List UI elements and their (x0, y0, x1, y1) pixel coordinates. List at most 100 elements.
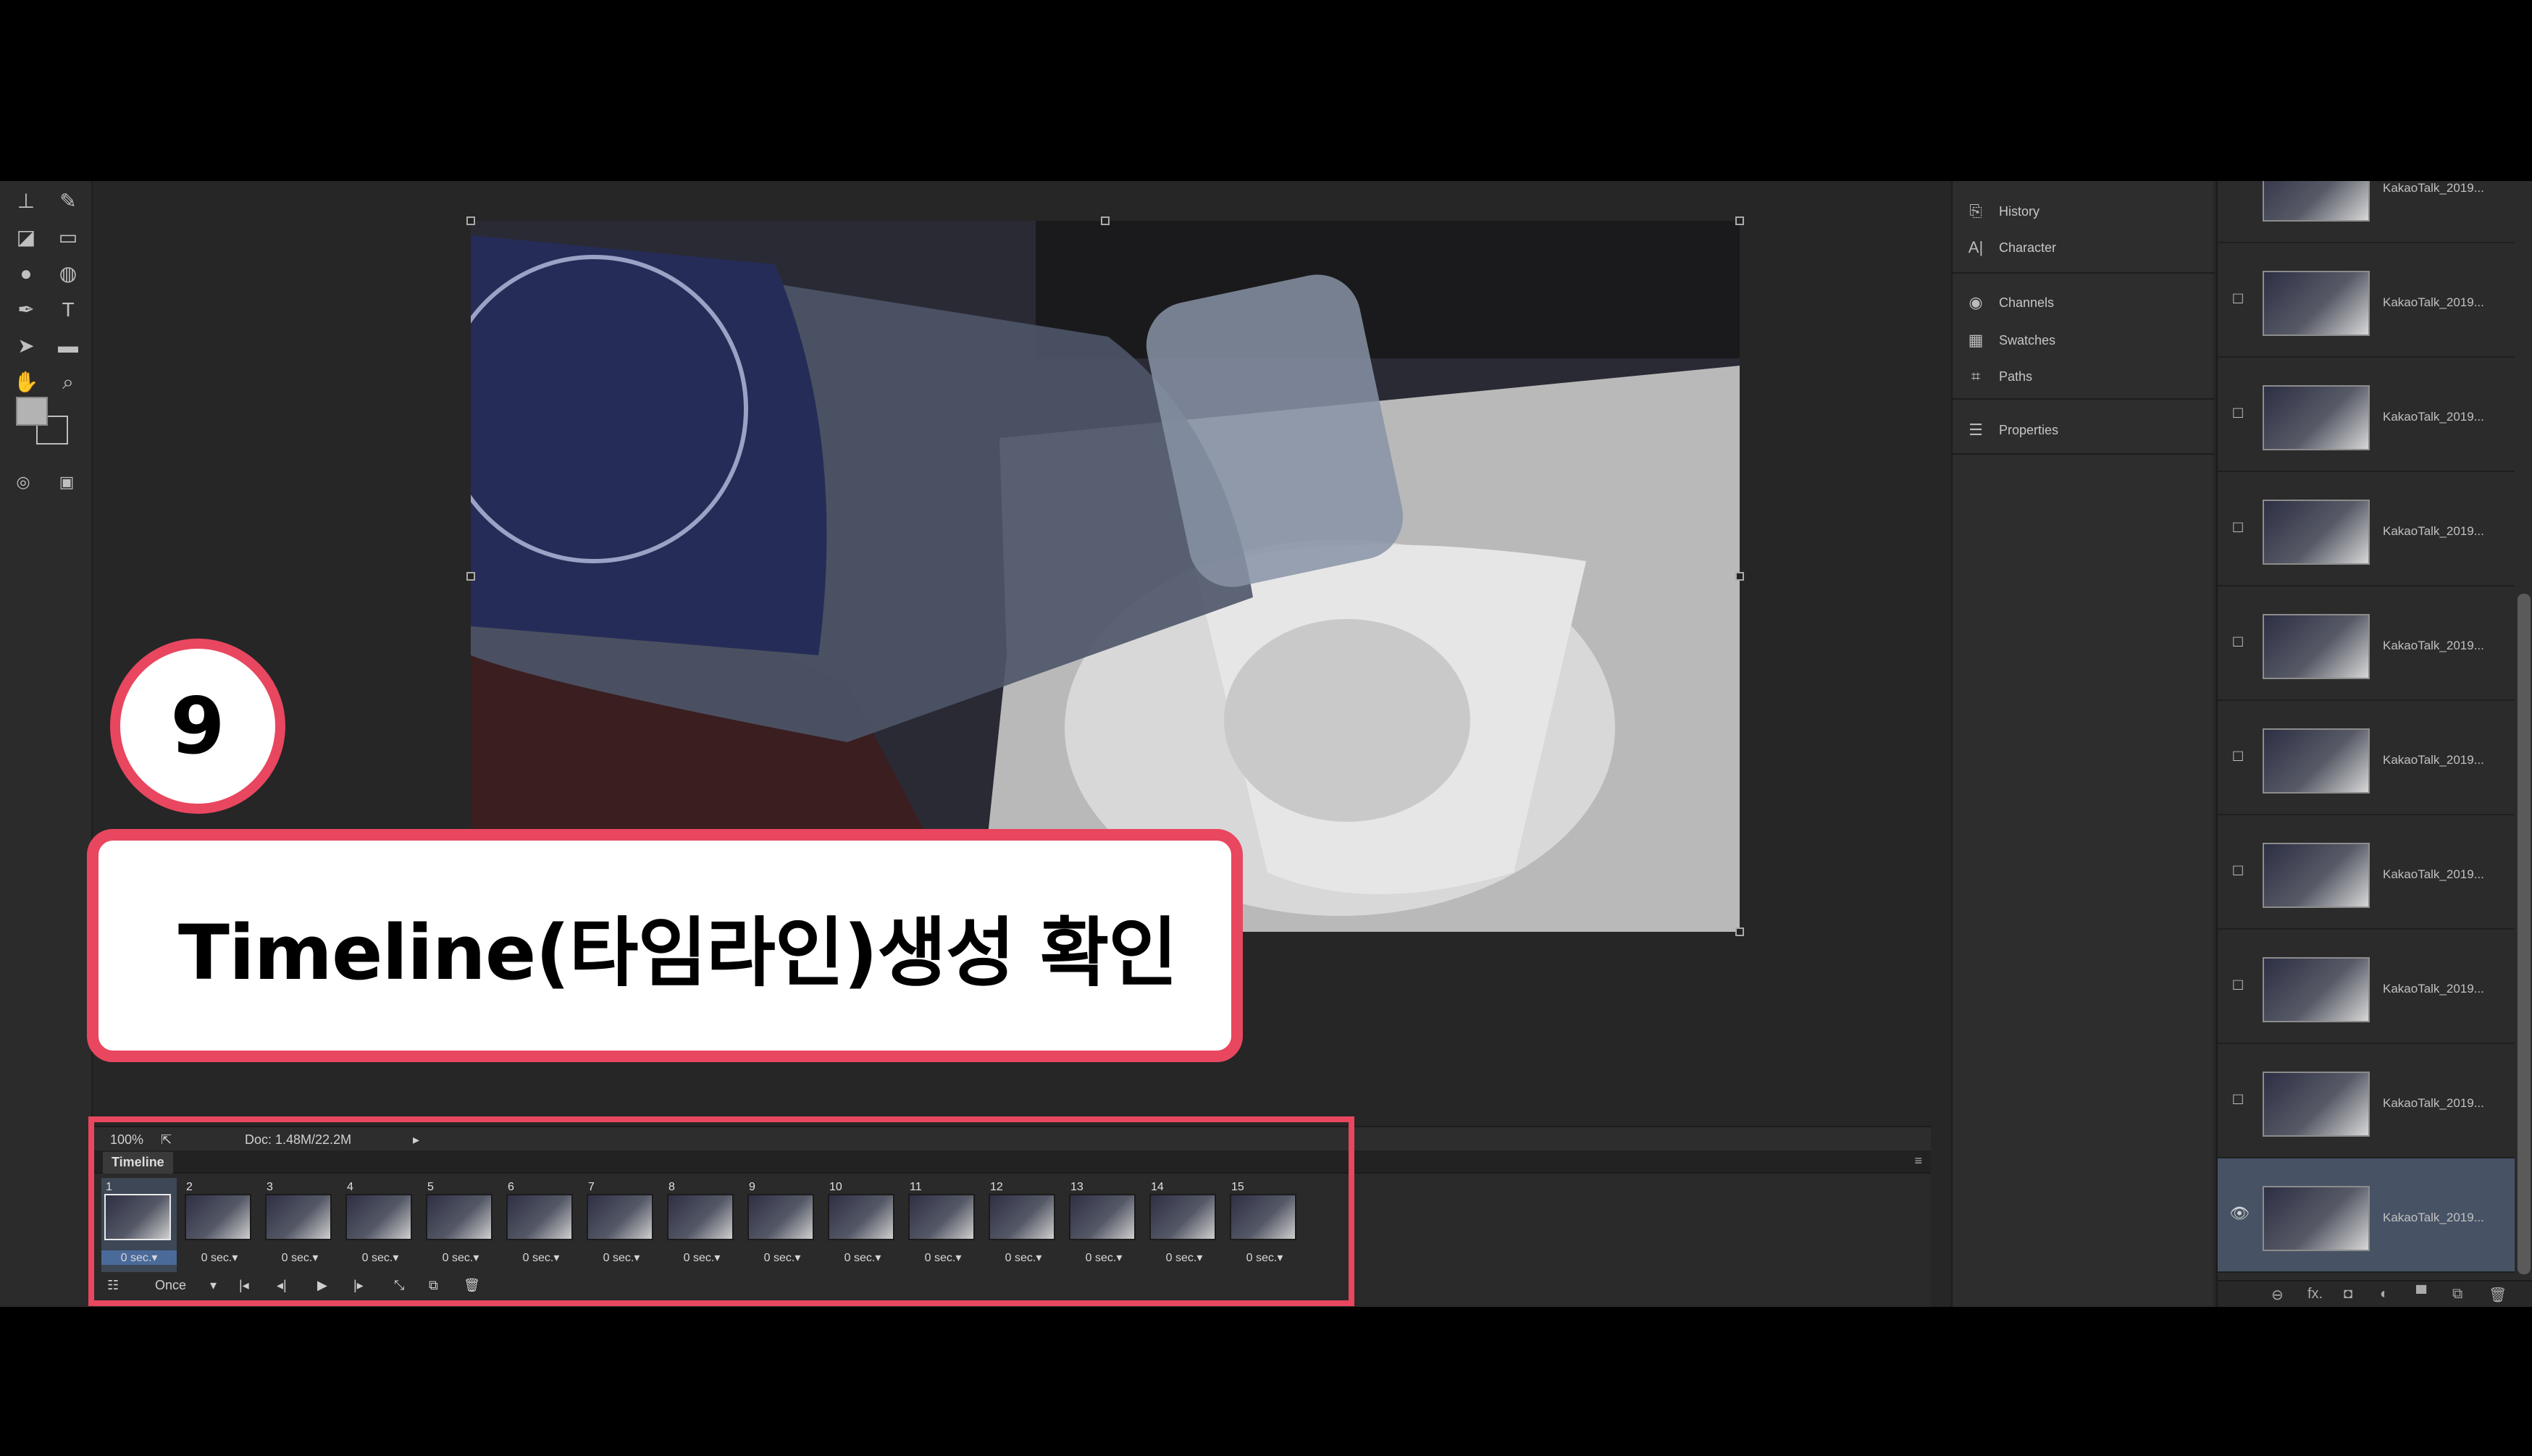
layer-row[interactable]: □ KakaoTalk_2019... (2218, 701, 2515, 815)
layer-row-selected[interactable]: 👁 KakaoTalk_2019... (2218, 1158, 2515, 1273)
layer-row[interactable]: □ KakaoTalk_2019... (2218, 472, 2515, 586)
panel-label: Swatches (1999, 332, 2056, 348)
visibility-toggle[interactable]: □ (2229, 290, 2247, 307)
history-icon: ⎘ (1969, 202, 1982, 220)
type-icon[interactable]: T (52, 294, 84, 326)
layer-thumbnail (2263, 843, 2370, 908)
tools-panel: ⊥ ✎ ◪ ▭ ● ◍ ✒ T ➤ ▬ ✋ ⌕ ◎ ▣ (0, 181, 93, 1307)
eraser-icon[interactable]: ◪ (10, 222, 42, 253)
layer-name: KakaoTalk_2019... (2383, 639, 2484, 652)
panel-menu-icon[interactable]: ≡ (1914, 1153, 1922, 1169)
visibility-toggle[interactable]: □ (2229, 633, 2247, 650)
layers-footer: ⊖ fx. ◘ ◐ ▀ ⧉ 🗑 (2218, 1280, 2532, 1307)
swatches-icon: ▦ (1968, 331, 1984, 349)
paths-icon: ⌗ (1971, 367, 1981, 385)
panel-channels[interactable]: ◉ Channels (1966, 288, 2197, 317)
layer-name: KakaoTalk_2019... (2383, 753, 2484, 767)
new-layer-icon[interactable]: ⧉ (2452, 1286, 2462, 1303)
step-caption: Timeline(타임라인)생성 확인 (87, 829, 1243, 1062)
fx-button[interactable]: fx. (2307, 1286, 2323, 1303)
layers-scrollbar[interactable] (2518, 594, 2531, 1274)
layers-panel: KakaoTalk_2019... □ KakaoTalk_2019... □ Ka… (2216, 181, 2532, 1307)
layer-thumbnail (2263, 385, 2370, 450)
layer-name: KakaoTalk_2019... (2383, 410, 2484, 424)
layer-name: KakaoTalk_2019... (2383, 181, 2484, 195)
foreground-color-swatch[interactable] (16, 397, 48, 426)
adjustment-icon[interactable]: ◐ (2380, 1286, 2389, 1303)
properties-icon: ☰ (1969, 421, 1983, 439)
transform-handle-tr[interactable] (1735, 216, 1744, 225)
eye-icon[interactable]: 👁 (2229, 1205, 2250, 1222)
layer-name: KakaoTalk_2019... (2383, 982, 2484, 996)
visibility-toggle[interactable] (2229, 181, 2247, 193)
panel-dock: ⎘ History A| Character ◉ Channels ▦ Swatches… (1951, 181, 2215, 1307)
stamp-tool-icon[interactable]: ⊥ (10, 185, 42, 217)
mask-icon[interactable]: ◘ (2344, 1286, 2352, 1303)
layer-thumbnail (2263, 614, 2370, 679)
visibility-toggle[interactable]: □ (2229, 976, 2247, 993)
screen-mode-icon[interactable]: ▣ (51, 466, 83, 498)
transform-handle-ml[interactable] (466, 572, 475, 581)
dodge-icon[interactable]: ◍ (52, 258, 84, 290)
layer-name: KakaoTalk_2019... (2383, 295, 2484, 309)
quick-mask-icon[interactable]: ◎ (7, 466, 39, 498)
layer-thumbnail (2263, 728, 2370, 794)
layer-row[interactable]: □ KakaoTalk_2019... (2218, 1044, 2515, 1158)
character-icon: A| (1968, 238, 1984, 256)
layer-row[interactable]: □ KakaoTalk_2019... (2218, 358, 2515, 472)
panel-label: Properties (1999, 422, 2059, 437)
transform-handle-tc[interactable] (1101, 216, 1110, 225)
panel-paths[interactable]: ⌗ Paths (1966, 362, 2197, 391)
panel-label: Channels (1999, 295, 2055, 310)
panel-character[interactable]: A| Character (1966, 233, 2197, 262)
rectangle-icon[interactable]: ▬ (52, 330, 84, 362)
dock-divider (1953, 272, 2215, 274)
layer-row[interactable]: □ KakaoTalk_2019... (2218, 930, 2515, 1044)
layer-row[interactable]: □ KakaoTalk_2019... (2218, 243, 2515, 358)
layer-name: KakaoTalk_2019... (2383, 1096, 2484, 1110)
layer-thumbnail (2263, 957, 2370, 1022)
channels-icon: ◉ (1969, 293, 1983, 311)
transform-handle-tl[interactable] (466, 216, 475, 225)
layer-thumbnail (2263, 500, 2370, 565)
pen-icon[interactable]: ✒ (10, 294, 42, 326)
layer-name: KakaoTalk_2019... (2383, 867, 2484, 881)
layer-thumbnail (2263, 1072, 2370, 1137)
visibility-toggle[interactable]: □ (2229, 1090, 2247, 1108)
transform-handle-mr[interactable] (1735, 572, 1744, 581)
panel-swatches[interactable]: ▦ Swatches (1966, 326, 2197, 355)
layer-thumbnail (2263, 271, 2370, 336)
layer-thumbnail (2263, 181, 2370, 222)
layer-row[interactable]: □ KakaoTalk_2019... (2218, 815, 2515, 930)
gradient-icon[interactable]: ▭ (52, 222, 84, 253)
dock-divider (1953, 398, 2215, 400)
visibility-toggle[interactable]: □ (2229, 404, 2247, 421)
timeline-highlight (88, 1116, 1354, 1306)
trash-icon[interactable]: 🗑 (2489, 1286, 2507, 1304)
layer-name: KakaoTalk_2019... (2383, 1211, 2484, 1224)
layer-name: KakaoTalk_2019... (2383, 524, 2484, 538)
blur-icon[interactable]: ● (10, 258, 42, 290)
zoom-icon[interactable]: ⌕ (52, 366, 84, 398)
layer-row[interactable]: □ KakaoTalk_2019... (2218, 586, 2515, 701)
document-image[interactable] (471, 221, 1740, 932)
panel-properties[interactable]: ☰ Properties (1966, 416, 2197, 445)
layer-row[interactable]: KakaoTalk_2019... (2218, 181, 2515, 243)
hand-icon[interactable]: ✋ (10, 366, 42, 398)
transform-handle-br[interactable] (1735, 927, 1744, 936)
panel-history[interactable]: ⎘ History (1966, 197, 2197, 226)
layer-thumbnail (2263, 1186, 2370, 1251)
panel-label: History (1999, 203, 2040, 219)
visibility-toggle[interactable]: □ (2229, 747, 2247, 765)
step-number-badge: 9 (110, 639, 285, 814)
link-icon[interactable]: ⊖ (2271, 1286, 2284, 1304)
folder-icon[interactable]: ▀ (2416, 1286, 2426, 1303)
dock-divider (1953, 453, 2215, 455)
panel-label: Character (1999, 240, 2057, 255)
panel-label: Paths (1999, 369, 2033, 384)
photo-content (471, 221, 1740, 932)
visibility-toggle[interactable]: □ (2229, 518, 2247, 536)
path-select-icon[interactable]: ➤ (10, 330, 42, 362)
visibility-toggle[interactable]: □ (2229, 862, 2247, 879)
history-brush-icon[interactable]: ✎ (52, 185, 84, 217)
